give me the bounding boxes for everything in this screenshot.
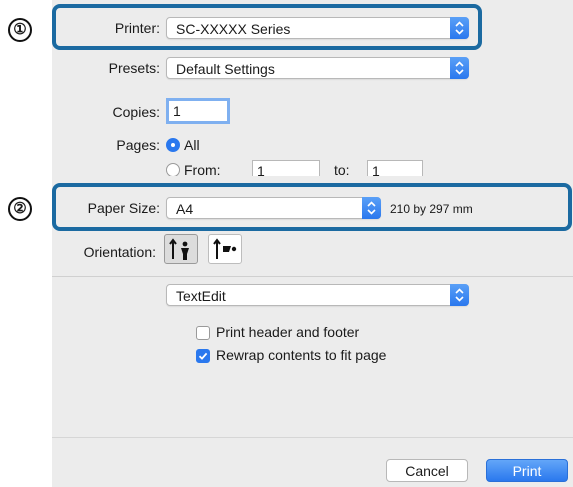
rewrap-contents-label: Rewrap contents to fit page xyxy=(216,347,387,363)
copies-label: Copies: xyxy=(112,104,160,120)
pages-from-field[interactable]: 1 xyxy=(252,160,320,176)
app-options-select-value: TextEdit xyxy=(176,288,226,304)
pages-all-label: All xyxy=(184,137,200,153)
chevron-updown-icon xyxy=(450,57,469,79)
paper-size-select-value: A4 xyxy=(176,201,194,217)
orientation-label: Orientation: xyxy=(83,244,156,260)
copies-field[interactable]: 1 xyxy=(166,98,230,124)
print-header-footer-label: Print header and footer xyxy=(216,324,360,340)
chevron-updown-icon xyxy=(450,284,469,306)
divider xyxy=(52,276,573,277)
callout-number-1: ① xyxy=(8,18,32,42)
printer-select[interactable]: SC-XXXXX Series xyxy=(166,17,469,39)
checkmark-icon xyxy=(198,352,208,360)
orientation-portrait-button[interactable] xyxy=(164,234,198,264)
pages-to-field[interactable]: 1 xyxy=(367,160,423,176)
presets-label: Presets: xyxy=(108,60,160,76)
presets-select-value: Default Settings xyxy=(176,61,275,77)
chevron-updown-icon xyxy=(362,197,381,219)
print-button[interactable]: Print xyxy=(486,459,568,482)
chevron-updown-icon xyxy=(450,17,469,39)
pages-from-label: From: xyxy=(184,162,221,176)
pages-all-radio[interactable] xyxy=(166,138,180,152)
presets-select[interactable]: Default Settings xyxy=(166,57,469,79)
radio-dot-icon xyxy=(171,143,175,147)
rewrap-contents-checkbox[interactable] xyxy=(196,349,210,363)
pages-from-radio[interactable] xyxy=(166,163,180,176)
landscape-icon xyxy=(213,238,237,259)
pages-label: Pages: xyxy=(116,137,160,153)
printer-select-value: SC-XXXXX Series xyxy=(176,21,291,37)
print-header-footer-checkbox[interactable] xyxy=(196,326,210,340)
portrait-icon xyxy=(169,238,189,260)
app-options-select[interactable]: TextEdit xyxy=(166,284,469,306)
paper-size-select[interactable]: A4 xyxy=(166,197,381,219)
divider xyxy=(52,437,573,438)
pages-range-row: From: 1 to: 1 xyxy=(160,160,480,176)
callout-number-2: ② xyxy=(8,197,32,221)
paper-size-label: Paper Size: xyxy=(87,200,160,216)
orientation-landscape-button[interactable] xyxy=(208,234,242,264)
cancel-button[interactable]: Cancel xyxy=(386,459,468,482)
printer-label: Printer: xyxy=(114,20,160,36)
paper-size-dimensions: 210 by 297 mm xyxy=(390,202,473,216)
pages-to-label: to: xyxy=(334,162,350,176)
